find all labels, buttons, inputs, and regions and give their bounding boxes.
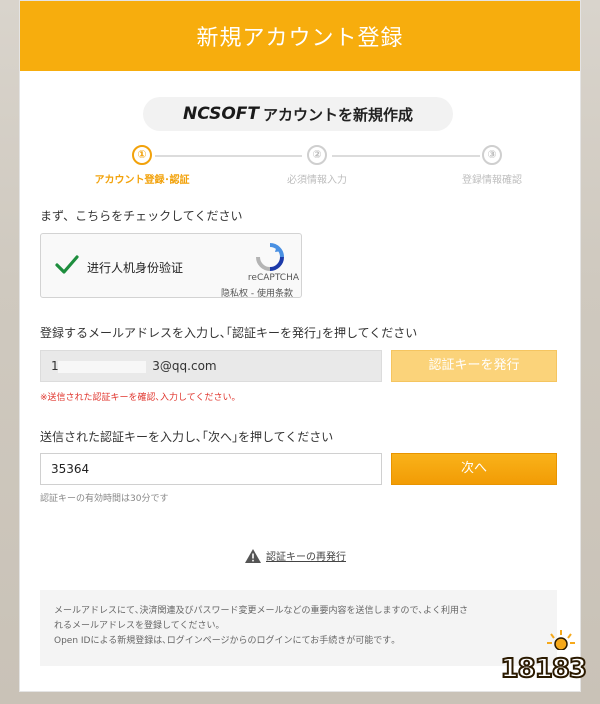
step-2: ② 必須情報入力	[247, 145, 387, 186]
step-label: 必須情報入力	[287, 175, 347, 186]
notice-line: メールアドレスにて､決済関連及びパスワード変更メールなどの重要内容を送信しますの…	[54, 606, 469, 616]
modal-title: 新規アカウント登録	[196, 26, 404, 51]
email-value-suffix: 3@qq.com	[152, 359, 217, 373]
captcha-instruction: まず、こちらをチェックしてください	[40, 209, 243, 223]
notice-box: メールアドレスにて､決済関連及びパスワード変更メールなどの重要内容を送信しますの…	[40, 590, 557, 666]
warning-icon	[245, 548, 261, 563]
validity-note: 認証キーの有効時間は30分です	[40, 494, 169, 504]
notice-line: Open IDによる新規登録は､ログインページからのログインにてお手続きが可能で…	[54, 636, 396, 646]
error-message: ※送信された認証キーを確認､入力してください｡	[40, 393, 237, 403]
auth-key-input[interactable]: 35364	[40, 453, 382, 485]
issue-key-button[interactable]: 認証キーを発行	[391, 350, 557, 382]
step-label: 登録情報確認	[462, 175, 522, 186]
checkmark-icon[interactable]	[54, 252, 80, 278]
email-instruction: 登録するメールアドレスを入力し､｢認証キーを発行｣を押してください	[40, 326, 418, 340]
step-label: アカウント登録･認証	[94, 175, 190, 186]
resend-key-link[interactable]: 認証キーの再発行	[266, 548, 346, 563]
next-button[interactable]: 次へ	[391, 453, 557, 485]
modal-header: 新規アカウント登録	[20, 1, 580, 71]
notice-line: れるメールアドレスを登録してください｡	[54, 621, 220, 631]
site-watermark: 18183	[500, 630, 588, 685]
watermark-text: 18183	[500, 653, 588, 685]
step-number: ①	[132, 145, 152, 165]
redaction-mask	[58, 360, 147, 373]
resend-key[interactable]: 認証キーの再発行	[245, 548, 346, 563]
step-indicator: ① アカウント登録･認証 ② 必須情報入力 ③ 登録情報確認	[50, 145, 552, 189]
step-number: ②	[307, 145, 327, 165]
brand-banner: NCSOFT アカウントを新規作成	[143, 97, 453, 131]
sun-icon	[547, 630, 575, 650]
step-1: ① アカウント登録･認証	[72, 145, 212, 186]
recaptcha-brand: reCAPTCHA	[247, 273, 299, 283]
ncsoft-logo: NCSOFT	[182, 104, 259, 124]
step-number: ③	[482, 145, 502, 165]
captcha-label: 进行人机身份验证	[87, 261, 184, 275]
email-field[interactable]: 1 3@qq.com	[40, 350, 382, 382]
code-instruction: 送信された認証キーを入力し､｢次へ｣を押してください	[40, 430, 334, 444]
registration-modal: 新規アカウント登録 NCSOFT アカウントを新規作成 ① アカウント登録･認証…	[19, 0, 581, 692]
step-3: ③ 登録情報確認	[422, 145, 562, 186]
recaptcha-links[interactable]: 隐私权 - 使用条款	[221, 286, 293, 299]
brand-subtitle: アカウントを新規作成	[263, 105, 414, 124]
recaptcha-widget[interactable]: 进行人机身份验证 reCAPTCHA 隐私权 - 使用条款	[40, 233, 302, 299]
recaptcha-logo-icon	[256, 243, 284, 271]
